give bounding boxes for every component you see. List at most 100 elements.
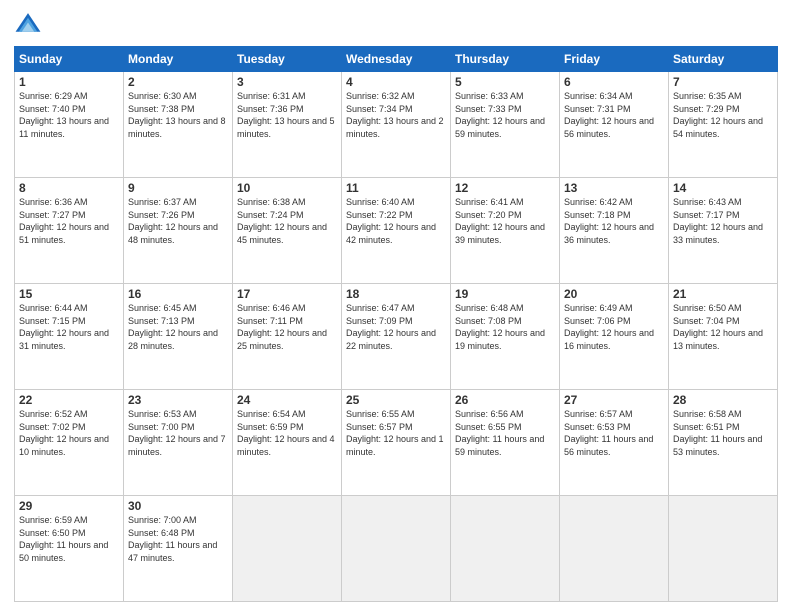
- sunrise-label: Sunrise: 6:47 AM: [346, 303, 415, 313]
- daylight-label: Daylight: 13 hours and 11 minutes.: [19, 116, 109, 139]
- sunset-label: Sunset: 6:57 PM: [346, 422, 413, 432]
- sunrise-label: Sunrise: 6:56 AM: [455, 409, 524, 419]
- day-number: 7: [673, 75, 773, 89]
- day-info: Sunrise: 6:55 AM Sunset: 6:57 PM Dayligh…: [346, 408, 446, 458]
- day-number: 4: [346, 75, 446, 89]
- sunset-label: Sunset: 6:55 PM: [455, 422, 522, 432]
- day-info: Sunrise: 6:33 AM Sunset: 7:33 PM Dayligh…: [455, 90, 555, 140]
- day-number: 9: [128, 181, 228, 195]
- daylight-label: Daylight: 12 hours and 51 minutes.: [19, 222, 109, 245]
- sunrise-label: Sunrise: 6:50 AM: [673, 303, 742, 313]
- day-cell: 3 Sunrise: 6:31 AM Sunset: 7:36 PM Dayli…: [233, 72, 342, 178]
- week-row-0: 1 Sunrise: 6:29 AM Sunset: 7:40 PM Dayli…: [15, 72, 778, 178]
- day-number: 12: [455, 181, 555, 195]
- sunrise-label: Sunrise: 6:59 AM: [19, 515, 88, 525]
- sunrise-label: Sunrise: 6:42 AM: [564, 197, 633, 207]
- header-tuesday: Tuesday: [233, 47, 342, 72]
- sunrise-label: Sunrise: 6:32 AM: [346, 91, 415, 101]
- sunset-label: Sunset: 7:22 PM: [346, 210, 413, 220]
- sunrise-label: Sunrise: 6:44 AM: [19, 303, 88, 313]
- day-number: 28: [673, 393, 773, 407]
- day-info: Sunrise: 6:45 AM Sunset: 7:13 PM Dayligh…: [128, 302, 228, 352]
- day-cell: 1 Sunrise: 6:29 AM Sunset: 7:40 PM Dayli…: [15, 72, 124, 178]
- day-number: 8: [19, 181, 119, 195]
- day-info: Sunrise: 6:40 AM Sunset: 7:22 PM Dayligh…: [346, 196, 446, 246]
- header-sunday: Sunday: [15, 47, 124, 72]
- day-number: 1: [19, 75, 119, 89]
- sunrise-label: Sunrise: 6:49 AM: [564, 303, 633, 313]
- daylight-label: Daylight: 12 hours and 22 minutes.: [346, 328, 436, 351]
- header-friday: Friday: [560, 47, 669, 72]
- daylight-label: Daylight: 12 hours and 42 minutes.: [346, 222, 436, 245]
- day-number: 11: [346, 181, 446, 195]
- daylight-label: Daylight: 12 hours and 1 minute.: [346, 434, 444, 457]
- daylight-label: Daylight: 11 hours and 50 minutes.: [19, 540, 108, 563]
- week-row-4: 29 Sunrise: 6:59 AM Sunset: 6:50 PM Dayl…: [15, 496, 778, 602]
- day-number: 21: [673, 287, 773, 301]
- header: [14, 10, 778, 38]
- sunset-label: Sunset: 7:24 PM: [237, 210, 304, 220]
- day-cell: [451, 496, 560, 602]
- day-cell: 10 Sunrise: 6:38 AM Sunset: 7:24 PM Dayl…: [233, 178, 342, 284]
- day-cell: 14 Sunrise: 6:43 AM Sunset: 7:17 PM Dayl…: [669, 178, 778, 284]
- day-info: Sunrise: 6:46 AM Sunset: 7:11 PM Dayligh…: [237, 302, 337, 352]
- daylight-label: Daylight: 12 hours and 10 minutes.: [19, 434, 109, 457]
- day-number: 26: [455, 393, 555, 407]
- day-info: Sunrise: 6:41 AM Sunset: 7:20 PM Dayligh…: [455, 196, 555, 246]
- day-cell: 8 Sunrise: 6:36 AM Sunset: 7:27 PM Dayli…: [15, 178, 124, 284]
- logo-icon: [14, 10, 42, 38]
- sunset-label: Sunset: 7:20 PM: [455, 210, 522, 220]
- day-info: Sunrise: 6:52 AM Sunset: 7:02 PM Dayligh…: [19, 408, 119, 458]
- day-cell: 9 Sunrise: 6:37 AM Sunset: 7:26 PM Dayli…: [124, 178, 233, 284]
- sunrise-label: Sunrise: 6:55 AM: [346, 409, 415, 419]
- day-info: Sunrise: 6:42 AM Sunset: 7:18 PM Dayligh…: [564, 196, 664, 246]
- day-number: 24: [237, 393, 337, 407]
- logo: [14, 10, 46, 38]
- day-cell: 15 Sunrise: 6:44 AM Sunset: 7:15 PM Dayl…: [15, 284, 124, 390]
- sunrise-label: Sunrise: 6:30 AM: [128, 91, 197, 101]
- day-number: 20: [564, 287, 664, 301]
- day-info: Sunrise: 6:50 AM Sunset: 7:04 PM Dayligh…: [673, 302, 773, 352]
- sunset-label: Sunset: 7:33 PM: [455, 104, 522, 114]
- day-info: Sunrise: 6:48 AM Sunset: 7:08 PM Dayligh…: [455, 302, 555, 352]
- sunset-label: Sunset: 7:09 PM: [346, 316, 413, 326]
- day-cell: 21 Sunrise: 6:50 AM Sunset: 7:04 PM Dayl…: [669, 284, 778, 390]
- sunrise-label: Sunrise: 6:31 AM: [237, 91, 306, 101]
- sunset-label: Sunset: 7:29 PM: [673, 104, 740, 114]
- day-number: 25: [346, 393, 446, 407]
- sunrise-label: Sunrise: 6:52 AM: [19, 409, 88, 419]
- day-cell: 28 Sunrise: 6:58 AM Sunset: 6:51 PM Dayl…: [669, 390, 778, 496]
- daylight-label: Daylight: 12 hours and 28 minutes.: [128, 328, 218, 351]
- daylight-label: Daylight: 13 hours and 8 minutes.: [128, 116, 226, 139]
- sunset-label: Sunset: 7:31 PM: [564, 104, 631, 114]
- sunrise-label: Sunrise: 6:54 AM: [237, 409, 306, 419]
- daylight-label: Daylight: 11 hours and 59 minutes.: [455, 434, 544, 457]
- sunrise-label: Sunrise: 6:46 AM: [237, 303, 306, 313]
- daylight-label: Daylight: 12 hours and 16 minutes.: [564, 328, 654, 351]
- sunset-label: Sunset: 7:17 PM: [673, 210, 740, 220]
- day-cell: 22 Sunrise: 6:52 AM Sunset: 7:02 PM Dayl…: [15, 390, 124, 496]
- day-cell: 2 Sunrise: 6:30 AM Sunset: 7:38 PM Dayli…: [124, 72, 233, 178]
- sunrise-label: Sunrise: 6:58 AM: [673, 409, 742, 419]
- day-cell: 30 Sunrise: 7:00 AM Sunset: 6:48 PM Dayl…: [124, 496, 233, 602]
- day-info: Sunrise: 6:53 AM Sunset: 7:00 PM Dayligh…: [128, 408, 228, 458]
- day-number: 18: [346, 287, 446, 301]
- week-row-1: 8 Sunrise: 6:36 AM Sunset: 7:27 PM Dayli…: [15, 178, 778, 284]
- sunrise-label: Sunrise: 6:29 AM: [19, 91, 88, 101]
- sunrise-label: Sunrise: 6:34 AM: [564, 91, 633, 101]
- day-info: Sunrise: 6:57 AM Sunset: 6:53 PM Dayligh…: [564, 408, 664, 458]
- sunrise-label: Sunrise: 6:40 AM: [346, 197, 415, 207]
- daylight-label: Daylight: 11 hours and 53 minutes.: [673, 434, 762, 457]
- sunset-label: Sunset: 7:34 PM: [346, 104, 413, 114]
- day-cell: [560, 496, 669, 602]
- day-info: Sunrise: 6:35 AM Sunset: 7:29 PM Dayligh…: [673, 90, 773, 140]
- daylight-label: Daylight: 12 hours and 33 minutes.: [673, 222, 763, 245]
- daylight-label: Daylight: 12 hours and 54 minutes.: [673, 116, 763, 139]
- day-number: 16: [128, 287, 228, 301]
- day-number: 23: [128, 393, 228, 407]
- sunset-label: Sunset: 7:38 PM: [128, 104, 195, 114]
- sunset-label: Sunset: 7:06 PM: [564, 316, 631, 326]
- day-cell: 19 Sunrise: 6:48 AM Sunset: 7:08 PM Dayl…: [451, 284, 560, 390]
- daylight-label: Daylight: 12 hours and 4 minutes.: [237, 434, 335, 457]
- day-info: Sunrise: 6:59 AM Sunset: 6:50 PM Dayligh…: [19, 514, 119, 564]
